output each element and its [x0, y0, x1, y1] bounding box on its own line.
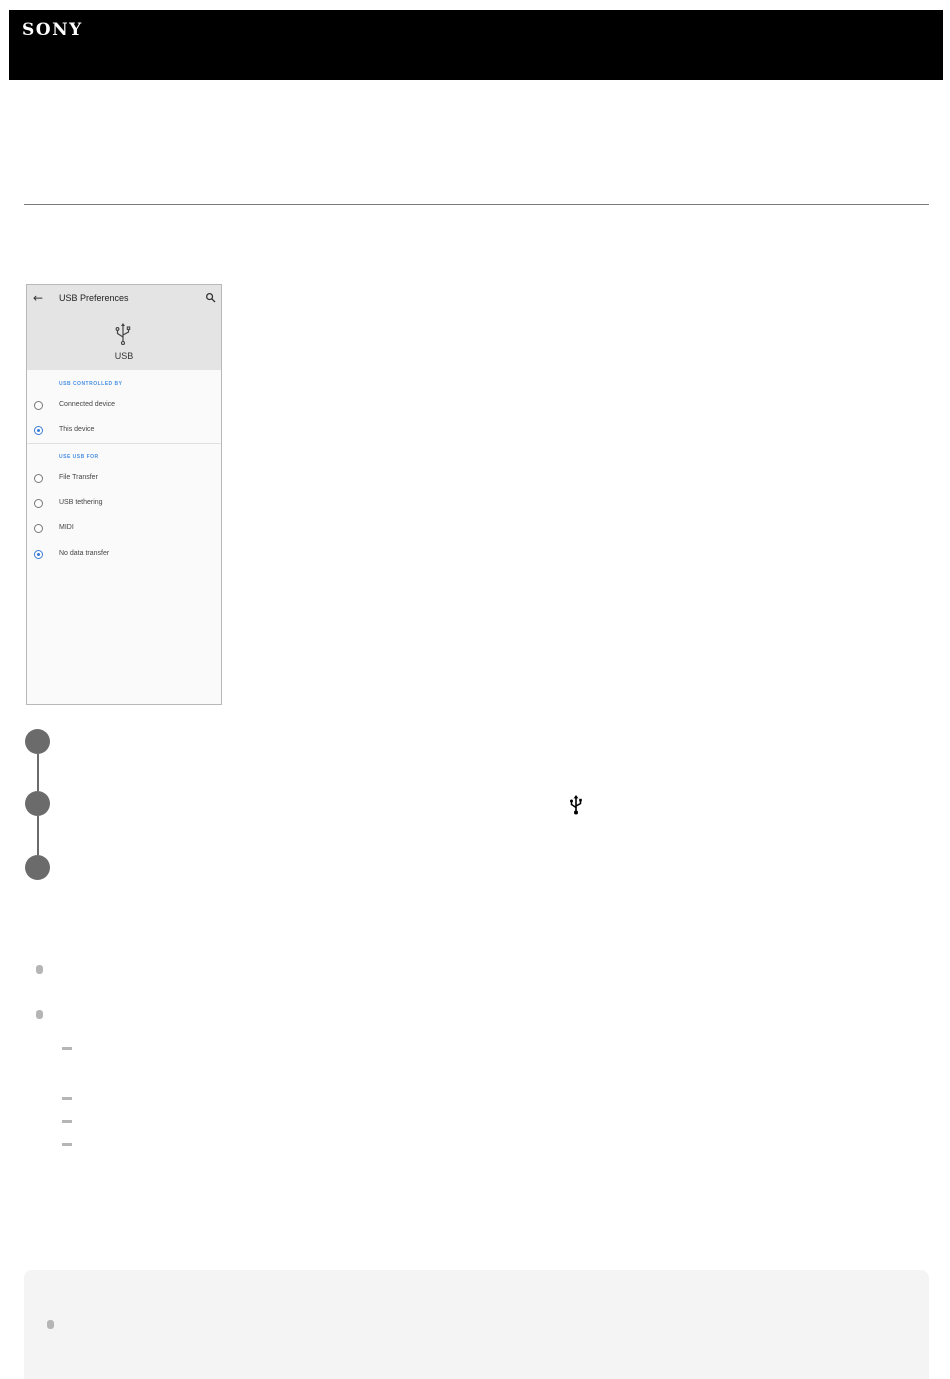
radio-button[interactable] [34, 499, 43, 508]
sub-bullet-dash [62, 1097, 72, 1100]
option-this-device[interactable]: This device [27, 424, 221, 438]
section-usb-controlled-by: USB CONTROLLED BY [59, 381, 123, 387]
phone-title: USB Preferences [59, 293, 129, 303]
usb-preferences-screenshot: ← USB Preferences USB USB CONTROLLED BY … [26, 284, 222, 705]
step-marker-2 [25, 791, 50, 816]
option-label: File Transfer [59, 474, 98, 481]
radio-button[interactable] [34, 524, 43, 533]
step-connector [37, 816, 39, 855]
option-label: No data transfer [59, 550, 110, 557]
header-bar [9, 10, 943, 80]
usb-label: USB [114, 351, 134, 361]
step-connector [37, 754, 39, 791]
usb-icon [570, 795, 582, 815]
usb-icon [115, 323, 131, 345]
phone-header: ← USB Preferences USB [27, 285, 221, 370]
sub-bullet-dash [62, 1143, 72, 1146]
option-midi[interactable]: MIDI [27, 522, 221, 536]
note-bullet-point [47, 1320, 54, 1329]
search-icon[interactable] [205, 292, 216, 303]
option-connected-device[interactable]: Connected device [27, 399, 221, 413]
option-label: USB tethering [59, 499, 103, 506]
option-label: MIDI [59, 524, 74, 531]
step-marker-1 [25, 729, 50, 754]
option-label: This device [59, 426, 95, 433]
sub-bullet-dash [62, 1120, 72, 1123]
radio-button[interactable] [34, 401, 43, 410]
section-divider [27, 443, 221, 444]
option-usb-tethering[interactable]: USB tethering [27, 497, 221, 511]
radio-button-selected[interactable] [34, 550, 43, 559]
back-arrow-icon[interactable]: ← [33, 291, 43, 305]
section-use-usb-for: USE USB FOR [59, 454, 99, 460]
option-file-transfer[interactable]: File Transfer [27, 472, 221, 486]
bullet-point [36, 965, 43, 974]
bullet-point [36, 1010, 43, 1019]
sony-logo: SONY [22, 20, 83, 40]
step-marker-3 [25, 855, 50, 880]
option-label: Connected device [59, 401, 116, 408]
option-no-data-transfer[interactable]: No data transfer [27, 548, 221, 562]
note-box [24, 1270, 929, 1379]
sub-bullet-dash [62, 1047, 72, 1050]
title-divider [24, 204, 929, 205]
radio-button[interactable] [34, 474, 43, 483]
radio-button-selected[interactable] [34, 426, 43, 435]
